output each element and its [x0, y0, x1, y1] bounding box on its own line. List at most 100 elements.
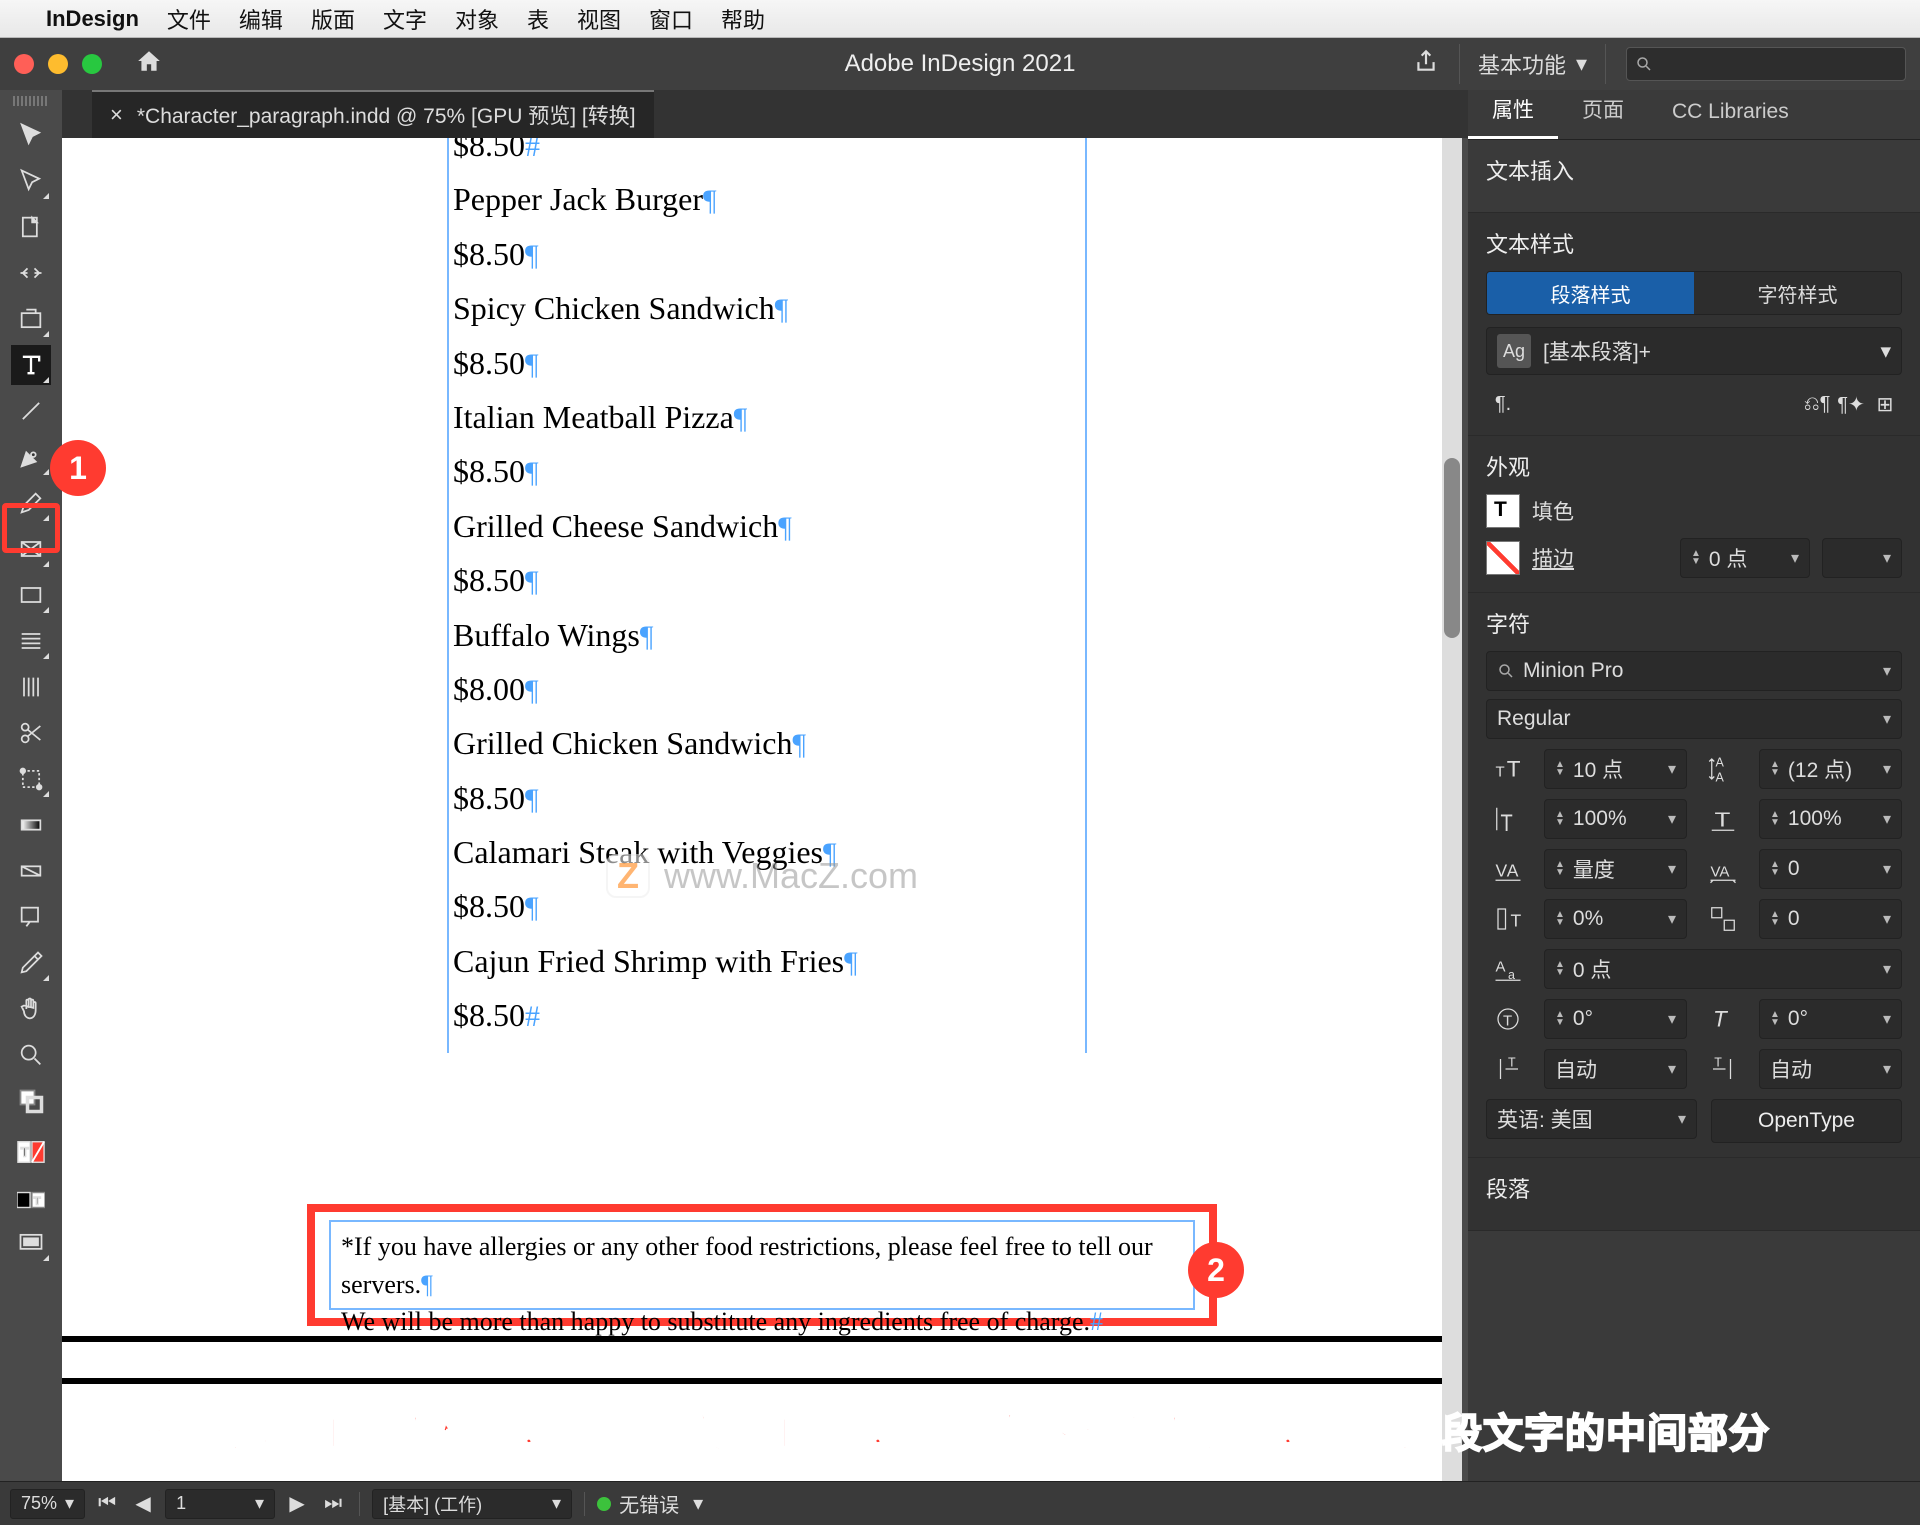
line-tool[interactable]	[11, 391, 51, 431]
character-styles-seg[interactable]: 字符样式	[1694, 272, 1901, 314]
minimize-window-button[interactable]	[48, 54, 68, 74]
zoom-tool[interactable]	[11, 1035, 51, 1075]
share-icon[interactable]	[1413, 48, 1439, 80]
menu-file[interactable]: 文件	[167, 3, 211, 35]
next-page-button[interactable]: ▶	[283, 1490, 311, 1518]
paragraph-style-select[interactable]: Ag [基本段落]+ ▾	[1486, 327, 1902, 375]
content-collector-tool[interactable]	[11, 299, 51, 339]
zoom-select[interactable]: 75%▾	[10, 1489, 85, 1519]
char-rotate-input[interactable]: ▲▼0°▾	[1544, 999, 1687, 1039]
scissors-tool[interactable]	[11, 713, 51, 753]
gradient-feather-tool[interactable]	[11, 851, 51, 891]
menu-type[interactable]: 文字	[383, 3, 427, 35]
kerning-icon: VA	[1486, 850, 1530, 888]
svg-text:T: T	[1501, 809, 1513, 834]
svg-text:A: A	[1716, 771, 1725, 785]
menu-price: $8.50	[453, 138, 525, 163]
footer-line1: *If you have allergies or any other food…	[341, 1232, 1153, 1299]
preflight-status-label: 无错误	[619, 1489, 679, 1518]
scrollbar-thumb[interactable]	[1444, 458, 1460, 638]
after-char-select[interactable]: 自动▾	[1759, 1049, 1902, 1089]
chevron-down-icon[interactable]: ▾	[693, 1491, 703, 1516]
gradient-swatch-tool[interactable]	[11, 805, 51, 845]
font-style-select[interactable]: Regular ▾	[1486, 699, 1902, 739]
style-type-segmented[interactable]: 段落样式 字符样式	[1486, 271, 1902, 315]
workspace-switcher[interactable]: 基本功能 ▾	[1459, 44, 1606, 84]
screen-mode[interactable]	[11, 1223, 51, 1263]
pencil-tool[interactable]	[11, 483, 51, 523]
panel-grip[interactable]	[13, 96, 49, 106]
menu-text-frame[interactable]: $8.50# Pepper Jack Burger¶ $8.50¶ Spicy …	[447, 138, 1087, 1053]
page-tool[interactable]	[11, 207, 51, 247]
tracking-input[interactable]: ▲▼0▾	[1759, 849, 1902, 889]
menu-window[interactable]: 窗口	[649, 3, 693, 35]
close-window-button[interactable]	[14, 54, 34, 74]
home-icon[interactable]	[136, 48, 162, 81]
vscale-input[interactable]: ▲▼100%▾	[1544, 799, 1687, 839]
note-tool[interactable]	[11, 897, 51, 937]
paragraph-styles-seg[interactable]: 段落样式	[1487, 272, 1694, 314]
font-size-input[interactable]: ▲▼10 点▾	[1544, 749, 1687, 789]
opentype-button[interactable]: OpenType	[1711, 1099, 1902, 1143]
language-select[interactable]: 英语: 美国▾	[1486, 1099, 1697, 1139]
menu-table[interactable]: 表	[527, 3, 549, 35]
grid-adjust-input[interactable]: ▲▼0▾	[1759, 899, 1902, 939]
menu-help[interactable]: 帮助	[721, 3, 765, 35]
fill-stroke-proxy[interactable]	[11, 1081, 51, 1121]
prev-page-button[interactable]: ◀	[129, 1490, 157, 1518]
footer-text-frame[interactable]: *If you have allergies or any other food…	[329, 1220, 1195, 1310]
selection-tool[interactable]	[11, 115, 51, 155]
tab-cc-libraries[interactable]: CC Libraries	[1648, 88, 1813, 139]
menu-layout[interactable]: 版面	[311, 3, 355, 35]
tab-pages[interactable]: 页面	[1558, 82, 1648, 139]
new-style-icon[interactable]: ⊞	[1868, 387, 1902, 421]
spinner-icon[interactable]: ▲▼	[1691, 550, 1701, 566]
text-styles-heading: 文本样式	[1486, 227, 1902, 259]
fullscreen-window-button[interactable]	[82, 54, 102, 74]
clear-override-icon[interactable]: ⎌¶	[1800, 387, 1834, 421]
tsume-input[interactable]: ▲▼0%▾	[1544, 899, 1687, 939]
svg-text:V: V	[1496, 861, 1508, 881]
search-input[interactable]	[1626, 47, 1906, 81]
menu-object[interactable]: 对象	[455, 3, 499, 35]
tab-properties[interactable]: 属性	[1468, 82, 1558, 139]
redefine-style-icon[interactable]: ¶✦	[1834, 387, 1868, 421]
gap-tool[interactable]	[11, 253, 51, 293]
hand-tool[interactable]	[11, 989, 51, 1029]
grid-tool-vertical[interactable]	[11, 667, 51, 707]
menu-edit[interactable]: 编辑	[239, 3, 283, 35]
preflight-profile-select[interactable]: [基本] (工作)▾	[372, 1489, 572, 1519]
rectangle-frame-tool[interactable]	[11, 529, 51, 569]
last-page-button[interactable]: ⏭	[319, 1490, 347, 1518]
stroke-swatch[interactable]	[1486, 541, 1520, 575]
apply-color-row[interactable]: T	[11, 1183, 51, 1217]
direct-selection-tool[interactable]	[11, 161, 51, 201]
paragraph-mark-icon[interactable]: ¶.	[1486, 387, 1520, 421]
page-select[interactable]: 1▾	[165, 1489, 275, 1519]
menu-view[interactable]: 视图	[577, 3, 621, 35]
skew-input[interactable]: ▲▼0°▾	[1759, 999, 1902, 1039]
stroke-weight-input[interactable]: ▲▼ 0 点 ▾	[1680, 538, 1810, 578]
paragraph-style-name: [基本段落]+	[1543, 336, 1651, 366]
pen-tool[interactable]	[11, 437, 51, 477]
canvas[interactable]: $8.50# Pepper Jack Burger¶ $8.50¶ Spicy …	[62, 138, 1462, 1481]
kerning-input[interactable]: ▲▼量度▾	[1544, 849, 1687, 889]
stroke-style-select[interactable]: ▾	[1822, 538, 1902, 578]
document-tab[interactable]: × *Character_paragraph.indd @ 75% [GPU 预…	[92, 90, 654, 138]
hscale-input[interactable]: ▲▼100%▾	[1759, 799, 1902, 839]
formatting-affects-text[interactable]: T	[11, 1127, 51, 1177]
footer-line2: We will be more than happy to substitute…	[341, 1307, 1090, 1336]
rectangle-tool[interactable]	[11, 575, 51, 615]
font-family-select[interactable]: Minion Pro ▾	[1486, 651, 1902, 691]
baseline-shift-input[interactable]: ▲▼0 点▾	[1544, 949, 1902, 989]
eyedropper-tool[interactable]	[11, 943, 51, 983]
before-char-select[interactable]: 自动▾	[1544, 1049, 1687, 1089]
leading-input[interactable]: ▲▼(12 点)▾	[1759, 749, 1902, 789]
free-transform-tool[interactable]	[11, 759, 51, 799]
type-tool[interactable]	[11, 345, 51, 385]
first-page-button[interactable]: ⏮	[93, 1490, 121, 1518]
close-tab-icon[interactable]: ×	[110, 102, 123, 128]
grid-tool-horizontal[interactable]	[11, 621, 51, 661]
app-name[interactable]: InDesign	[46, 6, 139, 32]
vertical-scrollbar[interactable]	[1442, 138, 1462, 1481]
